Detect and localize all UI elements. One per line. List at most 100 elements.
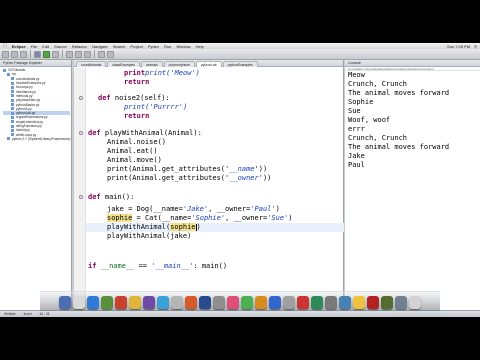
dock-app-icon[interactable] <box>325 296 337 309</box>
code-token: print <box>124 69 146 77</box>
dock-app-icon[interactable] <box>241 296 253 309</box>
code-token: return <box>124 112 150 120</box>
spotlight-icon[interactable]: ⚲ <box>474 44 477 49</box>
code-line: playWithAnimal(sophie) <box>107 223 201 232</box>
forward-icon[interactable] <box>107 50 114 58</box>
code-line: printprint('Meow') <box>124 69 200 78</box>
dock-app-icon[interactable] <box>381 296 393 309</box>
code-line: jake = Dog(__name='Jake', __owner='Paul'… <box>107 205 280 214</box>
code-token: playWithAnimal(Animal): <box>104 129 202 137</box>
dock-app-icon[interactable] <box>143 296 155 309</box>
code-line: sophie = Cat(__name='Sophie', __owner='S… <box>107 214 292 223</box>
code-line: return <box>124 112 149 121</box>
dock-app-icon[interactable] <box>395 296 407 309</box>
folder-icon <box>7 72 10 76</box>
dock-app-icon[interactable] <box>185 296 197 309</box>
python-file-icon <box>11 94 14 98</box>
dock-app-icon[interactable] <box>199 296 211 309</box>
code-token: print(Animal.get_attributes(' <box>107 165 230 173</box>
console-line: Sue <box>348 107 361 115</box>
code-token: 'Sue' <box>267 214 289 222</box>
editor-tab[interactable]: countAnimals <box>76 61 107 67</box>
menu-app-name[interactable]: Eclipse <box>12 44 26 49</box>
menu-run[interactable]: Run <box>164 44 171 49</box>
menu-window[interactable]: Window <box>176 44 190 49</box>
menu-edit[interactable]: Edit <box>42 44 49 49</box>
code-area[interactable]: printprint('Meow') return def noise2(sel… <box>74 68 344 317</box>
fold-toggle-icon[interactable] <box>79 96 83 100</box>
code-token: main(): <box>104 193 135 201</box>
dock-app-icon[interactable] <box>255 296 267 309</box>
dock-app-icon[interactable] <box>409 296 421 309</box>
code-line: print(Animal.get_attributes('__owner')) <box>107 174 271 183</box>
tree-item[interactable]: python 2.7 (/System/Library/Frameworks) <box>3 137 70 141</box>
search-icon[interactable] <box>84 50 91 58</box>
dock-app-icon[interactable] <box>87 296 99 309</box>
console-tab[interactable]: Console <box>345 60 480 67</box>
dock-app-icon[interactable] <box>227 296 239 309</box>
dock-app-icon[interactable] <box>129 296 141 309</box>
dock-app-icon[interactable] <box>101 296 113 309</box>
menu-help[interactable]: Help <box>196 44 204 49</box>
dock-app-icon[interactable] <box>353 296 365 309</box>
menu-pydev[interactable]: Pydev <box>148 44 159 49</box>
fold-toggle-icon[interactable] <box>79 195 83 199</box>
toolbar-divider <box>30 50 31 58</box>
dock-app-icon[interactable] <box>367 296 379 309</box>
run-icon[interactable] <box>43 50 50 58</box>
editor-tab-active[interactable]: pythonLab <box>195 61 222 67</box>
code-token: def <box>98 94 115 102</box>
dock-app-icon[interactable] <box>115 296 127 309</box>
console-line: Crunch, Crunch <box>348 80 408 88</box>
dock-app-icon[interactable] <box>311 296 323 309</box>
dock-app-icon[interactable] <box>283 296 295 309</box>
code-line: Animal.noise() <box>107 138 167 146</box>
code-token: = Cat(__name= <box>132 214 192 222</box>
menu-source[interactable]: Source <box>54 44 67 49</box>
dock-app-icon[interactable] <box>73 296 85 309</box>
menu-refactor[interactable]: Refactor <box>72 44 87 49</box>
editor-tab[interactable]: polymorphism <box>163 61 195 67</box>
code-line: def noise2(self): <box>98 94 170 103</box>
debug-icon[interactable] <box>34 50 41 58</box>
dock-app-icon[interactable] <box>171 296 183 309</box>
menu-project[interactable]: Project <box>130 44 142 49</box>
toolbar-divider <box>62 50 63 58</box>
explorer-tab[interactable]: PyDev Package Explorer <box>0 60 71 67</box>
status-cursor-position: 54 : 28 <box>39 312 50 316</box>
dock <box>40 291 440 311</box>
menu-search[interactable]: Search <box>113 44 126 49</box>
external-tools-icon[interactable] <box>52 50 59 58</box>
editor-tab[interactable]: animals <box>140 61 163 67</box>
print-icon[interactable] <box>20 50 27 58</box>
dock-app-icon[interactable] <box>157 296 169 309</box>
code-token: ')) <box>254 165 268 173</box>
new-file-icon[interactable] <box>2 50 9 58</box>
fold-toggle-icon[interactable] <box>79 131 83 135</box>
library-icon <box>7 137 10 141</box>
console-line: Crunch, Crunch <box>348 134 408 142</box>
editor-tab[interactable]: classExamples <box>107 61 140 67</box>
dock-app-icon[interactable] <box>269 296 281 309</box>
tree-item-label: python 2.7 (/System/Library/Frameworks) <box>12 136 71 141</box>
status-bar: Writable Insert 54 : 28 <box>0 310 480 317</box>
save-icon[interactable] <box>11 50 18 58</box>
dock-app-icon[interactable] <box>297 296 309 309</box>
tree-item-label: OOTutorials <box>8 68 26 73</box>
dock-app-icon[interactable] <box>213 296 225 309</box>
new-module-icon[interactable] <box>75 50 82 58</box>
new-project-icon[interactable] <box>66 50 73 58</box>
line-gutter <box>74 68 86 317</box>
code-line: return <box>124 78 149 87</box>
dock-app-icon[interactable] <box>59 296 71 309</box>
code-token: jake = Dog(__name= <box>107 205 183 213</box>
code-token: return <box>124 78 150 86</box>
menu-file[interactable]: File <box>31 44 37 49</box>
code-token: 'Sophie' <box>191 214 226 222</box>
editor-tab[interactable]: pythonExamples <box>222 61 258 67</box>
back-icon[interactable] <box>98 50 105 58</box>
dock-app-icon[interactable] <box>339 296 351 309</box>
package-explorer: PyDev Package Explorer OOTutorials src c… <box>0 60 72 317</box>
console-output[interactable]: Meow Crunch, Crunch The animal moves for… <box>345 71 480 170</box>
menu-navigate[interactable]: Navigate <box>92 44 108 49</box>
